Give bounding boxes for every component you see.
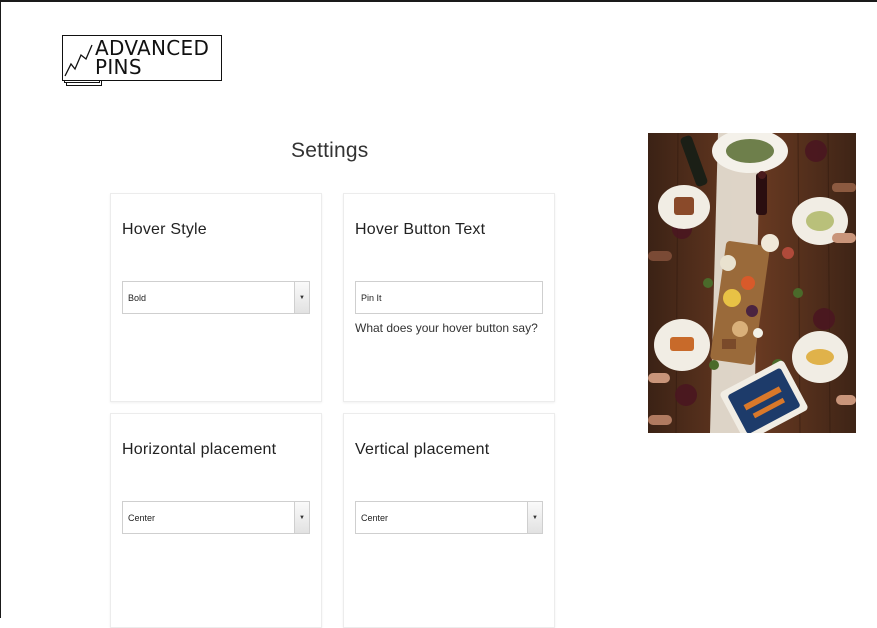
horizontal-placement-value: Center (128, 513, 156, 523)
vertical-placement-card: Vertical placement Center ▼ (343, 413, 555, 628)
dropdown-arrow-icon[interactable]: ▼ (527, 502, 542, 533)
hover-button-text-help: What does your hover button say? (355, 321, 538, 335)
advanced-pins-logo: ADVANCED PINS (62, 35, 222, 87)
hover-style-value: Bold (128, 293, 147, 303)
hover-button-text-input[interactable] (355, 281, 543, 314)
vertical-placement-select[interactable]: Center ▼ (355, 501, 543, 534)
horizontal-placement-label: Horizontal placement (122, 441, 277, 458)
hover-style-select[interactable]: Bold ▼ (122, 281, 310, 314)
food-table-illustration (648, 133, 856, 433)
app-frame: ADVANCED PINS Settings Hover Style Bold … (0, 0, 877, 628)
preview-food-photo (648, 133, 856, 433)
chart-line-icon (64, 44, 93, 77)
horizontal-placement-select[interactable]: Center ▼ (122, 501, 310, 534)
horizontal-placement-card: Horizontal placement Center ▼ (110, 413, 322, 628)
hover-style-label: Hover Style (122, 221, 207, 238)
dropdown-arrow-icon[interactable]: ▼ (294, 502, 309, 533)
hover-button-text-card: Hover Button Text What does your hover b… (343, 193, 555, 402)
hover-style-card: Hover Style Bold ▼ (110, 193, 322, 402)
hover-button-text-label: Hover Button Text (355, 221, 486, 238)
dropdown-arrow-icon[interactable]: ▼ (294, 282, 309, 313)
vertical-placement-label: Vertical placement (355, 441, 490, 458)
vertical-placement-value: Center (361, 513, 389, 523)
page-title: Settings (291, 139, 369, 162)
logo-text-line2: PINS (95, 55, 142, 79)
